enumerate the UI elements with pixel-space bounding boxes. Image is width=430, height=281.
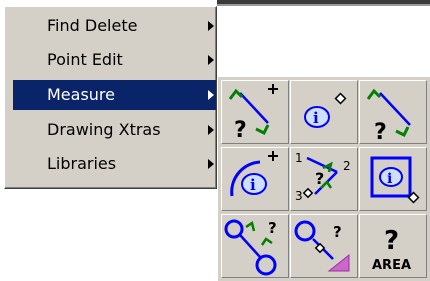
svg-text:?: ? [374, 120, 387, 143]
svg-text:2: 2 [343, 159, 351, 173]
background-window-shadow [217, 4, 430, 6]
measure-circle-distance-button[interactable]: ? [221, 214, 289, 278]
svg-text:?: ? [333, 223, 342, 241]
menu-item-label: Measure [47, 85, 115, 104]
measure-area-button[interactable]: ? AREA [359, 214, 427, 278]
measure-tool-palette: ? i ? i 1 2 3 ? i ? ? ? AREA [217, 76, 430, 281]
svg-text:?: ? [315, 169, 324, 188]
measure-distance-button[interactable]: ? [359, 80, 427, 144]
radius-info-add-icon: i [230, 151, 278, 197]
measure-distance-icon: ? [366, 88, 411, 143]
context-menu: Find Delete Point Edit Measure Drawing X… [4, 6, 217, 189]
point-info-icon: i [304, 92, 347, 128]
chevron-right-icon [208, 90, 214, 100]
menu-item-measure[interactable]: Measure [13, 80, 216, 110]
svg-text:i: i [387, 171, 392, 187]
chevron-right-icon [208, 159, 214, 169]
svg-text:?: ? [268, 219, 277, 237]
measure-area-icon: ? AREA [372, 226, 411, 273]
chevron-right-icon [208, 125, 214, 135]
svg-text:i: i [313, 109, 319, 127]
object-info-icon: i [370, 156, 420, 204]
menu-item-label: Libraries [47, 154, 117, 173]
radius-info-add-button[interactable]: i [221, 147, 289, 211]
menu-item-label: Find Delete [47, 16, 138, 35]
measure-distance-add-icon: ? [228, 84, 278, 143]
measure-circle-to-area-button[interactable]: ? [290, 214, 358, 278]
svg-text:?: ? [234, 118, 247, 143]
chevron-right-icon [208, 55, 214, 65]
svg-text:1: 1 [295, 151, 303, 165]
menu-item-label: Drawing Xtras [47, 120, 161, 139]
object-info-button[interactable]: i [359, 147, 427, 211]
svg-text:3: 3 [295, 189, 303, 203]
measure-angle-button[interactable]: 1 2 3 ? [290, 147, 358, 211]
menu-item-libraries[interactable]: Libraries [13, 149, 216, 179]
measure-circle-to-area-icon: ? [294, 220, 350, 272]
measure-distance-add-button[interactable]: ? [221, 80, 289, 144]
menu-item-drawing-xtras[interactable]: Drawing Xtras [13, 115, 216, 145]
measure-angle-icon: 1 2 3 ? [295, 151, 351, 203]
svg-text:i: i [250, 176, 256, 194]
svg-text:?: ? [384, 226, 399, 256]
measure-circle-distance-icon: ? [224, 219, 277, 276]
chevron-right-icon [208, 21, 214, 31]
menu-item-point-edit[interactable]: Point Edit [13, 45, 216, 75]
menu-item-find-delete[interactable]: Find Delete [13, 11, 216, 41]
point-info-button[interactable]: i [290, 80, 358, 144]
svg-text:AREA: AREA [372, 258, 411, 273]
screen: Find Delete Point Edit Measure Drawing X… [0, 0, 430, 281]
menu-item-label: Point Edit [47, 50, 123, 69]
